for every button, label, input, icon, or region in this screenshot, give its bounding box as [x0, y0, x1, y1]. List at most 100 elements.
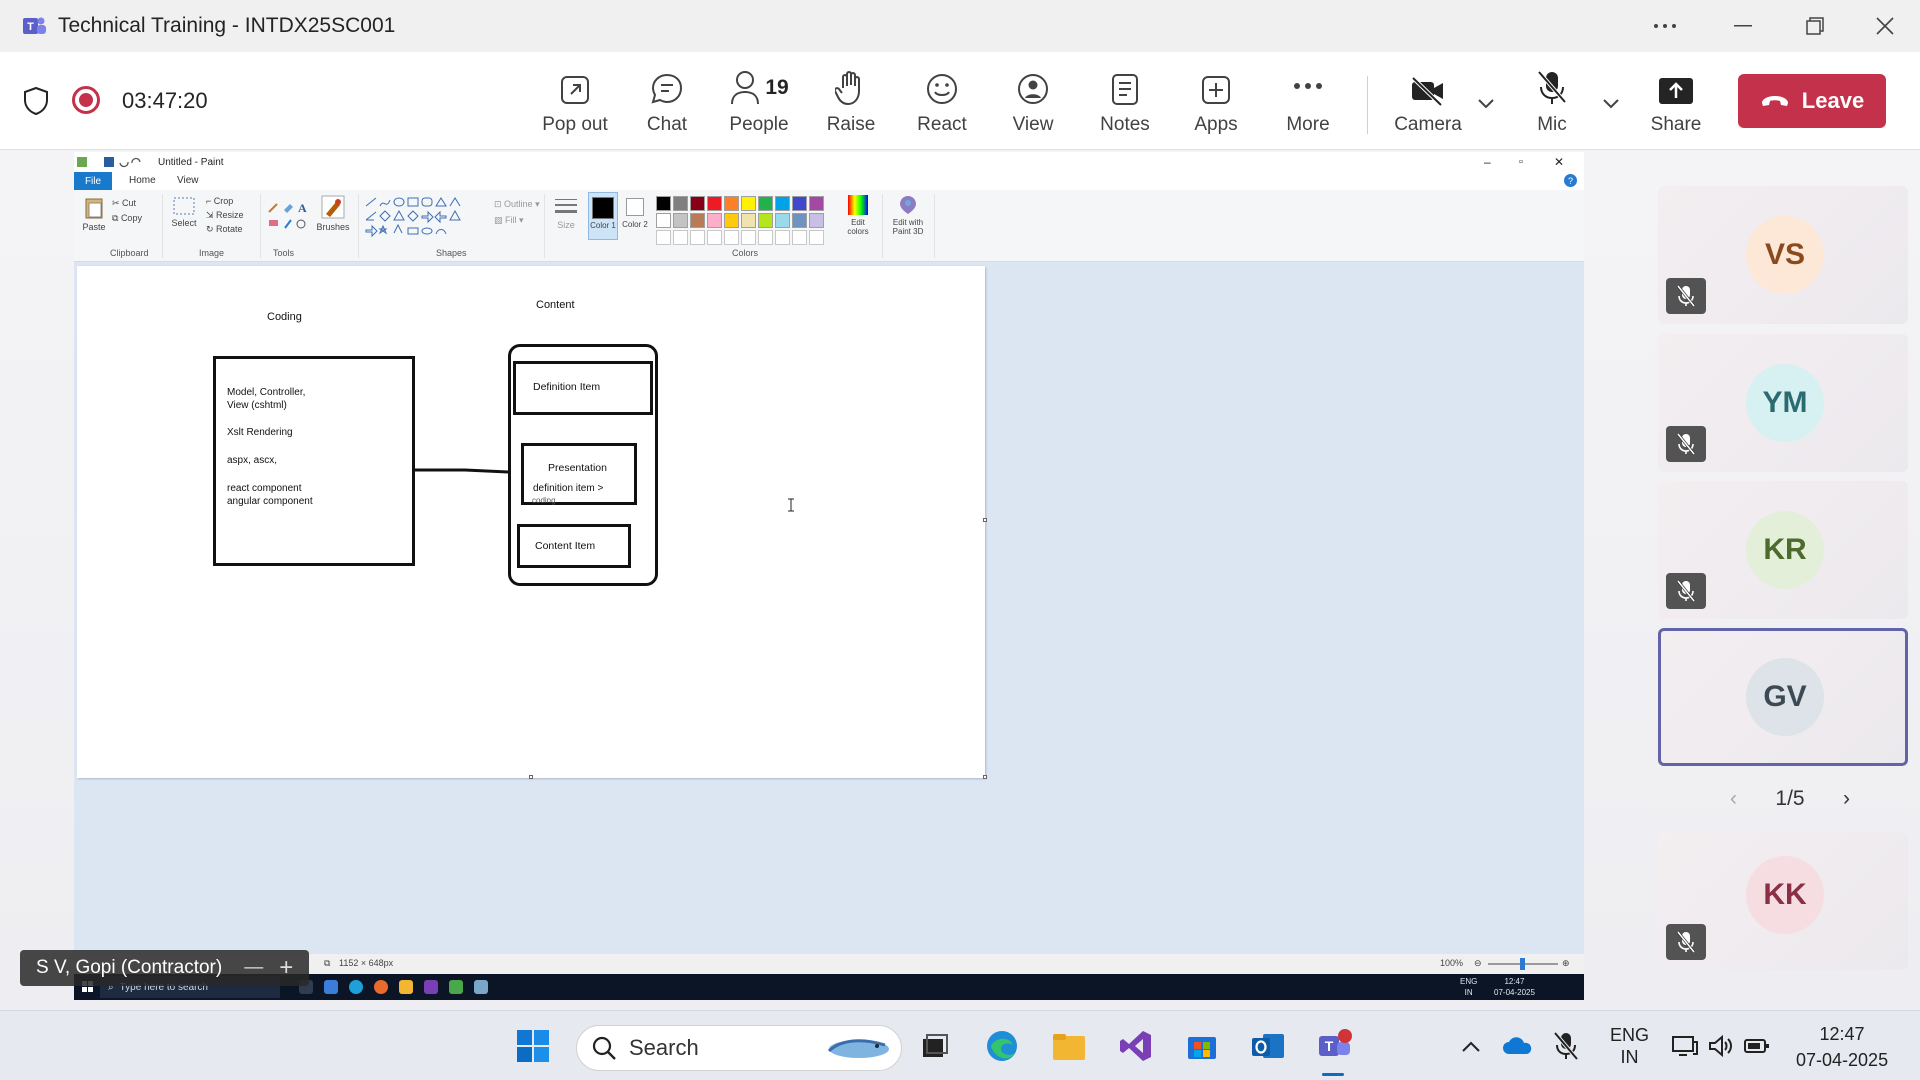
- color-swatch[interactable]: [809, 213, 824, 228]
- color-swatch[interactable]: [690, 213, 705, 228]
- color-swatch[interactable]: [775, 213, 790, 228]
- start-button[interactable]: [514, 1027, 552, 1065]
- paint-tab-home[interactable]: Home: [129, 175, 156, 186]
- color-swatch[interactable]: [775, 196, 790, 211]
- color-swatch[interactable]: [690, 196, 705, 211]
- shared-explorer-icon[interactable]: [399, 980, 413, 994]
- minimize-button[interactable]: [1708, 0, 1778, 52]
- color-swatch[interactable]: [656, 213, 671, 228]
- paint-canvas[interactable]: Coding Content Model, Controller, View (…: [77, 266, 985, 778]
- brushes-button[interactable]: Brushes: [314, 194, 352, 232]
- participant-tile[interactable]: KR: [1658, 481, 1908, 619]
- outline-dropdown[interactable]: ⊡ Outline ▾: [494, 196, 540, 212]
- mic-options-chevron-icon[interactable]: [1600, 92, 1622, 114]
- chevron-up-icon[interactable]: [1452, 1027, 1490, 1065]
- empty-color-swatch[interactable]: [656, 230, 671, 245]
- resize-button[interactable]: ⇲ Resize: [206, 208, 244, 222]
- paint-tab-file[interactable]: File: [74, 172, 112, 190]
- color-swatch[interactable]: [758, 213, 773, 228]
- restore-button[interactable]: [1780, 0, 1850, 52]
- close-window-button[interactable]: [1850, 0, 1920, 52]
- color-swatch[interactable]: [741, 213, 756, 228]
- store-icon[interactable]: [1183, 1027, 1221, 1065]
- leave-button[interactable]: Leave: [1738, 74, 1886, 128]
- paint-tab-view[interactable]: View: [177, 175, 199, 186]
- color-swatch[interactable]: [724, 196, 739, 211]
- paint-restore-button[interactable]: ▫: [1519, 156, 1523, 168]
- system-clock[interactable]: 12:47 07-04-2025: [1796, 1021, 1888, 1073]
- paint-minimize-button[interactable]: –: [1484, 155, 1491, 169]
- color-swatch[interactable]: [809, 196, 824, 211]
- canvas-resize-handle[interactable]: [529, 775, 533, 779]
- input-language[interactable]: ENG IN: [1610, 1024, 1649, 1068]
- canvas-resize-handle[interactable]: [983, 518, 987, 522]
- task-view-icon[interactable]: [915, 1027, 953, 1065]
- empty-color-swatch[interactable]: [775, 230, 790, 245]
- copy-button[interactable]: ⧉ Copy: [112, 211, 142, 226]
- empty-color-swatch[interactable]: [724, 230, 739, 245]
- color-swatch[interactable]: [673, 213, 688, 228]
- taskbar-search[interactable]: Search: [576, 1025, 902, 1071]
- color-swatch[interactable]: [707, 196, 722, 211]
- chevron-left-icon[interactable]: ‹: [1730, 787, 1737, 811]
- select-button[interactable]: Select: [168, 196, 200, 228]
- edit-colors-button[interactable]: Edit colors: [840, 194, 876, 236]
- cut-button[interactable]: ✂ Cut: [112, 196, 142, 211]
- color-swatch[interactable]: [724, 213, 739, 228]
- color-swatch[interactable]: [656, 196, 671, 211]
- color-palette[interactable]: [656, 196, 826, 245]
- rotate-button[interactable]: ↻ Rotate: [206, 222, 244, 236]
- participant-tile-self[interactable]: GV: [1658, 628, 1908, 766]
- mic-button[interactable]: Mic: [1507, 66, 1597, 142]
- crop-button[interactable]: ⌐ Crop: [206, 194, 244, 208]
- file-explorer-icon[interactable]: [1050, 1027, 1088, 1065]
- canvas-resize-handle[interactable]: [983, 775, 987, 779]
- paste-button[interactable]: Paste: [82, 196, 106, 232]
- edge-icon[interactable]: [983, 1027, 1021, 1065]
- react-button[interactable]: React: [897, 66, 987, 142]
- shared-app2-icon[interactable]: [424, 980, 438, 994]
- battery-icon[interactable]: [1738, 1027, 1776, 1065]
- empty-color-swatch[interactable]: [707, 230, 722, 245]
- shared-edge-icon[interactable]: [349, 980, 363, 994]
- zoom-slider[interactable]: ⊖ ⊕: [1474, 958, 1574, 970]
- empty-color-swatch[interactable]: [809, 230, 824, 245]
- empty-color-swatch[interactable]: [741, 230, 756, 245]
- visual-studio-icon[interactable]: [1117, 1027, 1155, 1065]
- zoom-thumb[interactable]: [1520, 958, 1525, 970]
- shared-paint-icon[interactable]: [474, 980, 488, 994]
- mic-muted-tray-icon[interactable]: [1547, 1027, 1585, 1065]
- view-button[interactable]: View: [988, 66, 1078, 142]
- onedrive-icon[interactable]: [1499, 1027, 1537, 1065]
- participant-tile[interactable]: KK: [1658, 832, 1908, 970]
- shared-notepad-icon[interactable]: [449, 980, 463, 994]
- participant-tile[interactable]: YM: [1658, 334, 1908, 472]
- teams-taskbar-icon[interactable]: T: [1316, 1027, 1354, 1065]
- chat-button[interactable]: Chat: [622, 66, 712, 142]
- people-button[interactable]: 19 People: [713, 66, 805, 142]
- edit-paint3d-button[interactable]: Edit with Paint 3D: [886, 194, 930, 236]
- color-swatch[interactable]: [792, 196, 807, 211]
- minimize-overlay-icon[interactable]: —: [244, 957, 263, 979]
- participant-tile[interactable]: VS: [1658, 186, 1908, 324]
- network-icon[interactable]: [1666, 1027, 1704, 1065]
- color-swatch[interactable]: [673, 196, 688, 211]
- empty-color-swatch[interactable]: [690, 230, 705, 245]
- raise-hand-button[interactable]: Raise: [806, 66, 896, 142]
- apps-button[interactable]: Apps: [1171, 66, 1261, 142]
- volume-icon[interactable]: [1702, 1027, 1740, 1065]
- paint-help-icon[interactable]: ?: [1564, 174, 1577, 187]
- notes-button[interactable]: Notes: [1080, 66, 1170, 142]
- zoom-out-icon[interactable]: ⊖: [1474, 958, 1482, 969]
- pop-out-button[interactable]: Pop out: [530, 66, 620, 142]
- color1-button[interactable]: Color 1: [588, 192, 618, 240]
- more-button[interactable]: More: [1263, 66, 1353, 142]
- shared-app-icon[interactable]: [324, 980, 338, 994]
- window-more-options-button[interactable]: [1630, 0, 1700, 52]
- empty-color-swatch[interactable]: [792, 230, 807, 245]
- shared-firefox-icon[interactable]: [374, 980, 388, 994]
- zoom-in-icon[interactable]: ⊕: [1562, 958, 1570, 969]
- color-swatch[interactable]: [741, 196, 756, 211]
- color-swatch[interactable]: [707, 213, 722, 228]
- expand-overlay-icon[interactable]: +: [279, 954, 293, 982]
